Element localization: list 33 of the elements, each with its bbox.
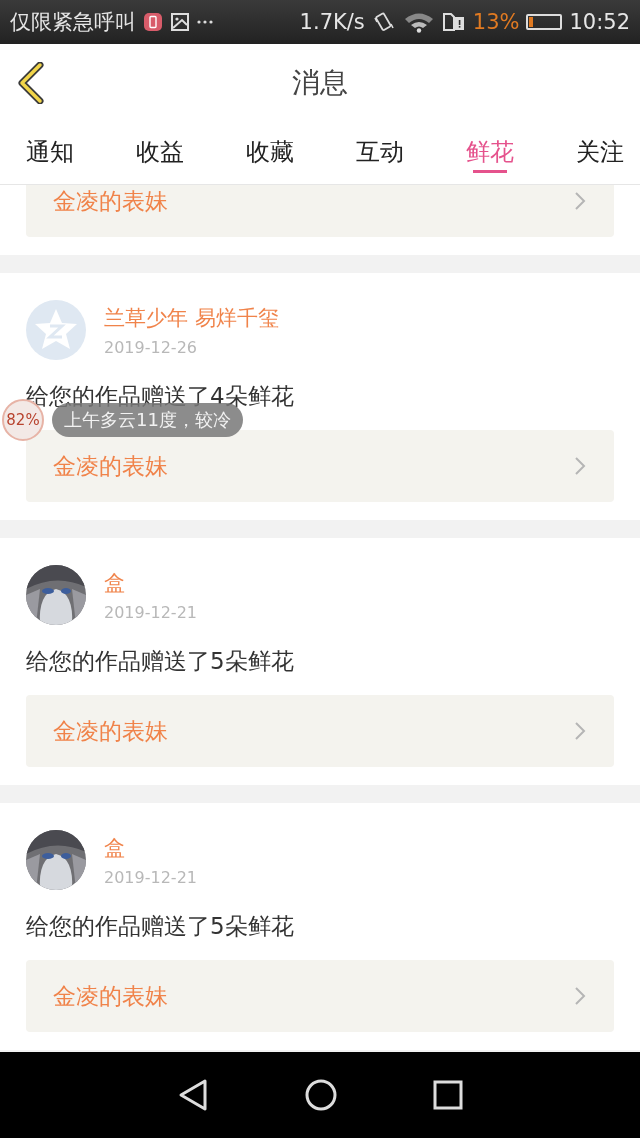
back-button[interactable] [16, 62, 46, 107]
sender-name: 盒 [104, 834, 126, 862]
tab[interactable]: 互动 [352, 122, 408, 184]
status-notice: 仅限紧急呼叫 [10, 9, 136, 36]
clock: 10:52 [569, 10, 630, 34]
message-date: 2019-12-21 [104, 602, 197, 622]
back-icon[interactable] [177, 1078, 210, 1112]
chevron-right-icon [574, 721, 586, 741]
sender-name: 盒 [104, 569, 126, 597]
sender-name: 兰草少年 易烊千玺 [104, 304, 279, 332]
chevron-right-icon [574, 986, 586, 1006]
network-speed: 1.7K/s [299, 10, 365, 34]
battery-icon [526, 14, 563, 30]
default-avatar-icon [26, 300, 86, 360]
message-text: 给您的作品赠送了5朵鲜花 [26, 647, 294, 675]
tab[interactable]: 关注 [572, 122, 628, 184]
message-date: 2019-12-21 [104, 867, 197, 887]
image-icon [170, 12, 190, 32]
vibrate-icon [371, 10, 396, 34]
more-icon [197, 20, 213, 24]
chevron-right-icon [574, 456, 586, 476]
page-title: 消息 [292, 65, 348, 101]
message-date: 2019-12-26 [104, 337, 198, 357]
tab[interactable]: 收益 [132, 122, 188, 184]
recent-apps-icon[interactable] [432, 1080, 463, 1110]
phone-icon [143, 12, 163, 32]
tab[interactable]: 收藏 [242, 122, 298, 184]
message-text: 给您的作品赠送了5朵鲜花 [26, 912, 294, 940]
sim-card-icon [441, 11, 466, 33]
home-icon[interactable] [304, 1078, 338, 1112]
chevron-right-icon [574, 191, 586, 211]
battery-percent: 13% [472, 10, 520, 34]
tab[interactable]: 通知 [22, 122, 78, 184]
